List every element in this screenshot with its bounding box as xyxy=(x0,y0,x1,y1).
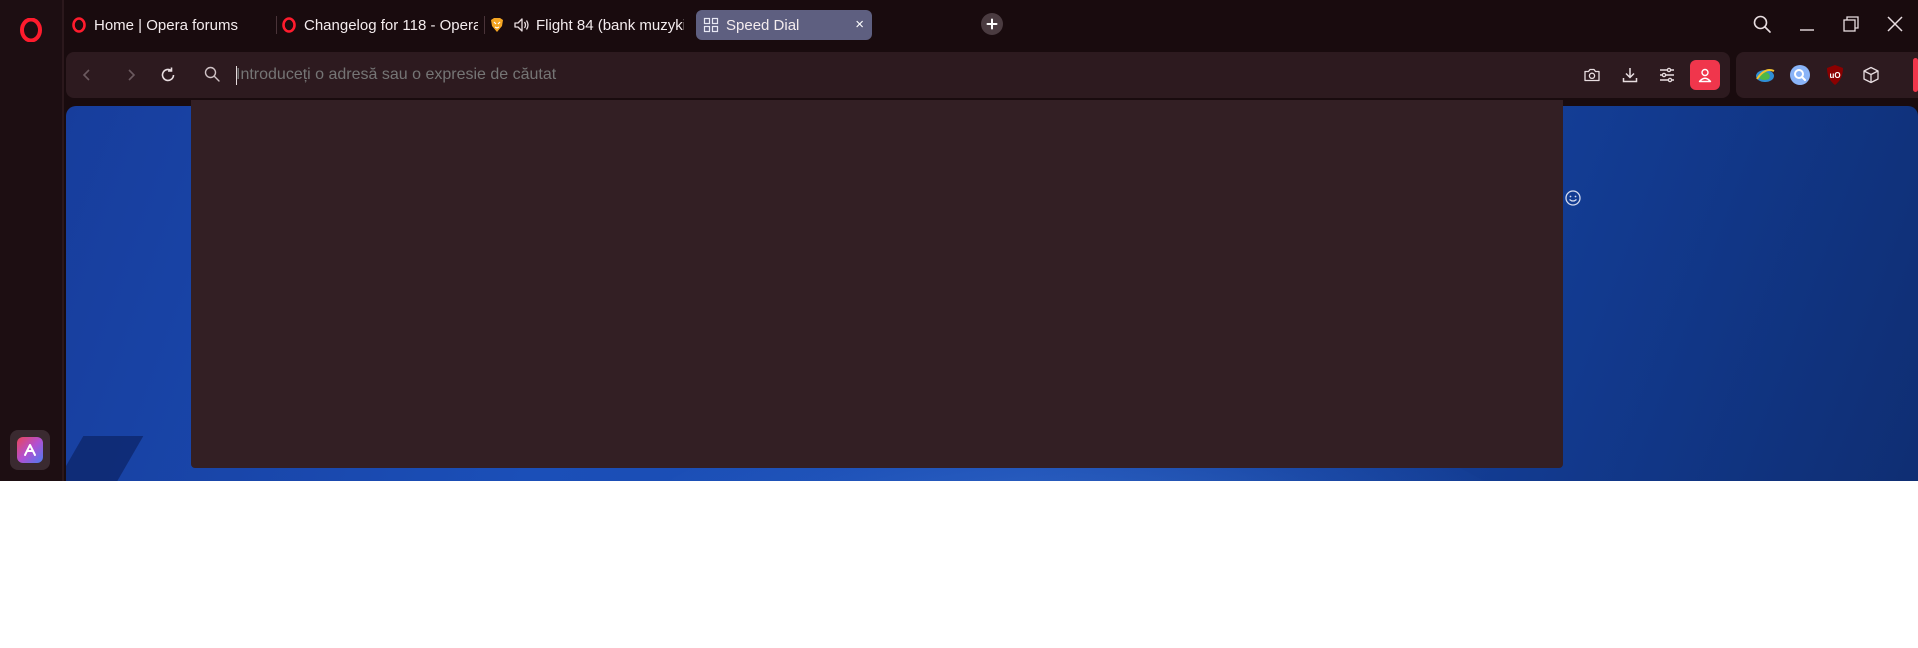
close-tab-button[interactable]: × xyxy=(855,15,864,35)
close-window-icon[interactable] xyxy=(1880,10,1910,38)
tab-strip: Home | Opera forums Changelog for 118 - … xyxy=(64,0,1918,48)
browser-window: Home | Opera forums Changelog for 118 - … xyxy=(0,0,1918,481)
restore-icon[interactable] xyxy=(1836,10,1866,38)
extensions-bar: uO xyxy=(1736,52,1918,98)
sidebar xyxy=(0,0,64,481)
sidebar-toggle-indicator[interactable] xyxy=(1913,58,1918,92)
aria-ai-icon xyxy=(17,437,43,463)
smiley-icon[interactable] xyxy=(1563,188,1583,208)
tab-changelog[interactable]: Changelog for 118 - Opera xyxy=(280,10,478,40)
aria-button[interactable] xyxy=(10,430,50,470)
easy-setup-icon[interactable] xyxy=(1654,62,1680,88)
opera-icon xyxy=(280,16,298,34)
grid-icon xyxy=(702,16,720,34)
tab-title: Home | Opera forums xyxy=(94,16,238,34)
text-caret xyxy=(236,66,237,85)
reload-icon[interactable] xyxy=(155,62,181,88)
tab-speed-dial[interactable]: Speed Dial × xyxy=(696,10,872,40)
search-tabs-icon[interactable] xyxy=(1747,10,1777,38)
earth-extension-icon[interactable] xyxy=(1752,62,1778,88)
opera-logo-icon[interactable] xyxy=(19,17,43,43)
tab-home-opera-forums[interactable]: Home | Opera forums xyxy=(70,10,270,40)
forward-icon[interactable] xyxy=(118,62,144,88)
address-input[interactable] xyxy=(236,63,1316,87)
tab-title: Changelog for 118 - Opera xyxy=(304,16,478,34)
address-bar xyxy=(66,52,1730,98)
ublock-icon[interactable]: uO xyxy=(1822,62,1848,88)
camera-icon[interactable] xyxy=(1579,62,1605,88)
tab-separator xyxy=(276,16,277,34)
profile-icon xyxy=(1698,68,1712,83)
brave-icon xyxy=(488,16,506,34)
opera-icon xyxy=(70,16,88,34)
profile-button[interactable] xyxy=(1690,60,1720,90)
search-extension-icon[interactable] xyxy=(1787,62,1813,88)
tab-flight-84[interactable]: Flight 84 (bank muzyki) xyxy=(488,10,684,40)
search-icon xyxy=(199,61,225,87)
speaker-icon[interactable] xyxy=(512,16,530,34)
download-icon[interactable] xyxy=(1617,62,1643,88)
back-icon[interactable] xyxy=(74,62,100,88)
svg-text:uO: uO xyxy=(1829,71,1840,80)
extensions-cube-icon[interactable] xyxy=(1858,62,1884,88)
tab-title: Flight 84 (bank muzyki) xyxy=(536,16,684,34)
tab-title: Speed Dial xyxy=(726,16,800,34)
address-suggestions-dropdown xyxy=(191,100,1563,468)
minimize-icon[interactable] xyxy=(1792,10,1822,38)
new-tab-button[interactable] xyxy=(981,13,1003,35)
tab-separator xyxy=(484,16,485,34)
background-shape xyxy=(66,436,144,481)
